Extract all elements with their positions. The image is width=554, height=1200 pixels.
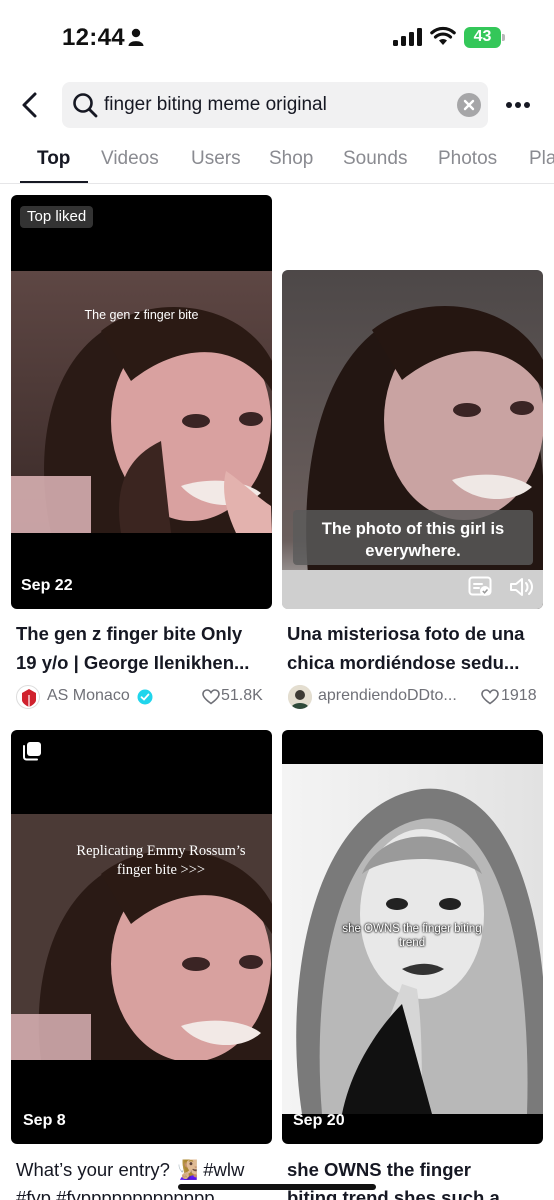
verified-icon [137, 689, 153, 705]
monaco-logo-icon [18, 687, 39, 708]
search-input[interactable] [104, 82, 444, 128]
wifi-icon [430, 26, 456, 45]
card-title[interactable]: Una misteriosa foto de una [287, 620, 543, 648]
video-overlay-text: The photo of this girl is everywhere. [321, 520, 505, 560]
video-overlay-text: she OWNS the finger biting trend [342, 923, 482, 949]
video-date: Sep 22 [21, 577, 73, 594]
video-overlay-text: The gen z finger bite [84, 308, 199, 322]
tab-shop[interactable]: Shop [269, 148, 313, 170]
video-card-3-thumbnail[interactable]: Replicating Emmy Rossum’s finger bite >>… [11, 730, 272, 1144]
heart-icon [481, 689, 499, 705]
avatar-image [288, 685, 312, 709]
tab-top[interactable]: Top [37, 148, 70, 170]
video-card-1-thumbnail[interactable]: The gen z finger bite Sep 22 [11, 195, 272, 609]
multi-photo-icon [23, 742, 41, 761]
like-count: 1918 [501, 687, 537, 704]
author-name[interactable]: aprendiendoDDto... [318, 687, 468, 705]
video-card-4-thumbnail[interactable]: she OWNS the finger biting trend Sep 20 [282, 730, 543, 1144]
video-overlay-text: Replicating Emmy Rossum’s finger bite >>… [76, 843, 246, 878]
avatar[interactable] [288, 685, 312, 709]
person-icon [128, 28, 144, 46]
speaker-icon[interactable] [508, 576, 534, 598]
signal-icon [393, 28, 422, 46]
active-tab-indicator [20, 181, 88, 183]
tab-users[interactable]: Users [191, 148, 241, 170]
card-title[interactable]: she OWNS the finger [287, 1156, 543, 1184]
battery-indicator: 43 [464, 27, 505, 48]
tab-photos[interactable]: Photos [438, 148, 497, 170]
card-title[interactable]: chica mordiéndose sedu... [287, 649, 543, 677]
tab-videos[interactable]: Videos [101, 148, 159, 170]
search-icon [73, 93, 98, 118]
search-box[interactable] [62, 82, 488, 128]
clear-search-button[interactable] [457, 93, 481, 117]
captions-icon[interactable] [468, 576, 492, 598]
top-liked-badge: Top liked [20, 206, 94, 228]
home-indicator [178, 1184, 376, 1190]
back-arrow-icon[interactable] [16, 90, 44, 120]
status-time: 12:44 [62, 24, 125, 51]
tab-places[interactable]: Pla [529, 148, 554, 170]
clear-icon [463, 99, 475, 111]
card-title[interactable]: 19 y/o | George Ilenikhen... [16, 649, 272, 677]
video-card-2-thumbnail[interactable]: The photo of this girl is everywhere. [282, 270, 543, 609]
tab-sounds[interactable]: Sounds [343, 148, 407, 170]
status-bar: 12:44 43 [0, 0, 554, 72]
heart-icon [202, 689, 220, 705]
battery-level: 43 [473, 28, 492, 45]
search-tabs: Top Videos Users Shop Sounds Photos Pla [0, 140, 554, 184]
card-title[interactable]: What’s your entry? 🧏🏼‍♀️ #wlw [16, 1156, 272, 1184]
video-date: Sep 20 [293, 1112, 345, 1129]
avatar[interactable] [16, 685, 40, 709]
like-count: 51.8K [221, 687, 263, 704]
video-date: Sep 8 [23, 1112, 66, 1129]
card-title[interactable]: The gen z finger bite Only [16, 620, 272, 648]
more-icon[interactable] [504, 92, 532, 118]
